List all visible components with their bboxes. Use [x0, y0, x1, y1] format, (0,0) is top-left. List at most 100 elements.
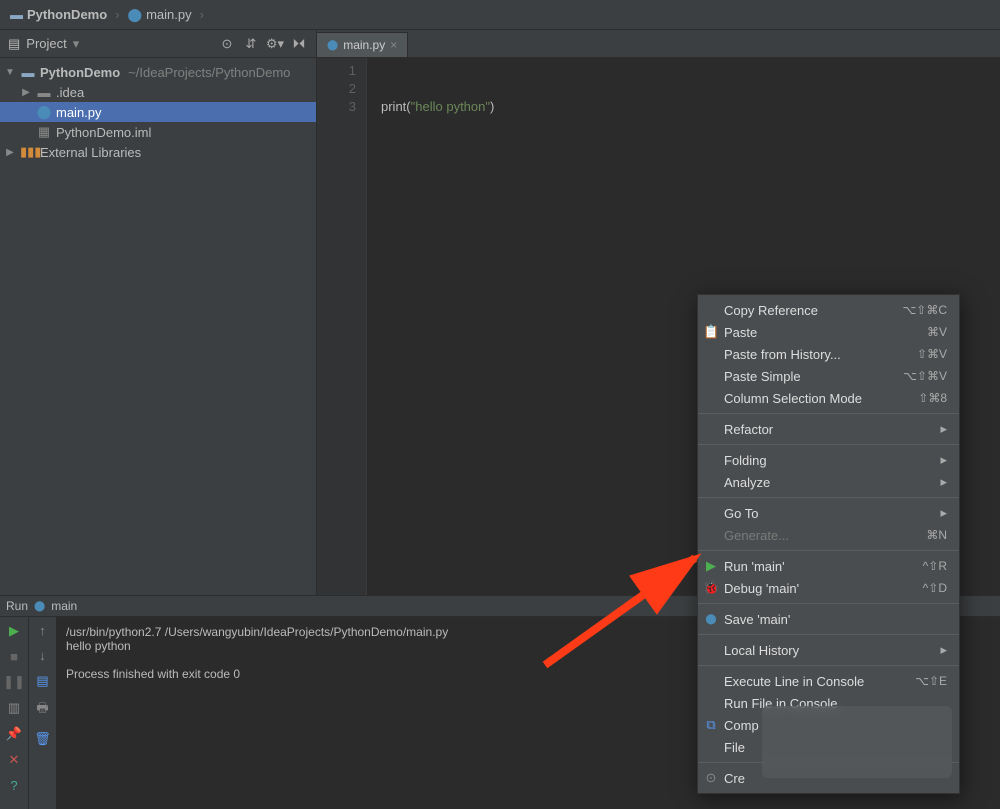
menu-local-history[interactable]: Local History▸ [698, 639, 959, 661]
tree-idea-label: .idea [56, 85, 84, 100]
pin-icon[interactable]: 📌 [6, 726, 22, 742]
menu-run-main[interactable]: ▶Run 'main'^⇧R [698, 555, 959, 577]
menu-copy-reference[interactable]: Copy Reference⌥⇧⌘C [698, 299, 959, 321]
editor-tabbar: ⬤ main.py × [317, 30, 1000, 58]
print-icon[interactable]: 🖶 [36, 699, 48, 721]
up-icon[interactable]: ↑ [39, 623, 46, 638]
down-icon[interactable]: ↓ [39, 648, 46, 663]
menu-paste-history[interactable]: Paste from History...⇧⌘V [698, 343, 959, 365]
menu-separator [698, 444, 959, 445]
python-file-icon: ⬤ [703, 614, 719, 625]
folder-icon: ▬ [36, 85, 52, 100]
project-panel-title: Project [26, 36, 66, 51]
line-number: 3 [317, 98, 356, 116]
menu-generate[interactable]: Generate...⌘N [698, 524, 959, 546]
folder-icon: ▬ [10, 7, 23, 22]
run-icon: ▶ [703, 558, 719, 574]
wrap-icon[interactable]: ▤ [36, 673, 48, 689]
locate-icon[interactable]: ⊙ [218, 35, 236, 53]
project-panel: ▤ Project ▾ ⊙ ⇵ ⚙▾ ⏵⏴ ▼ ▬ PythonDemo ~/I… [0, 30, 317, 595]
close-icon[interactable]: ✕ [9, 752, 20, 768]
expand-arrow-icon[interactable]: ▶ [4, 147, 16, 158]
tree-external[interactable]: ▶ ▮▮▮ External Libraries [0, 142, 316, 162]
menu-separator [698, 413, 959, 414]
breadcrumb-file-label: main.py [146, 7, 192, 22]
stop-icon[interactable]: ■ [10, 649, 18, 664]
run-header-label: Run [6, 599, 28, 613]
submenu-arrow-icon: ▸ [940, 421, 947, 437]
run-action-gutter: ▶ ■ ❚❚ ▥ 📌 ✕ ? [0, 617, 28, 809]
file-icon: ▦ [36, 124, 52, 140]
python-file-icon: ⬤ [327, 40, 338, 51]
menu-separator [698, 665, 959, 666]
python-file-icon: ⬤ [34, 601, 45, 612]
rerun-icon[interactable]: ▶ [9, 623, 19, 639]
hide-icon[interactable]: ⏵⏴ [290, 35, 308, 53]
tree-mainpy-label: main.py [56, 105, 102, 120]
expand-arrow-icon[interactable]: ▶ [20, 87, 32, 98]
help-icon[interactable]: ? [10, 778, 17, 793]
gear-icon[interactable]: ⚙▾ [266, 35, 284, 53]
libraries-icon: ▮▮▮ [20, 144, 36, 160]
tree-iml[interactable]: ▦ PythonDemo.iml [0, 122, 316, 142]
censored-region [762, 706, 952, 778]
tree-root-path: ~/IdeaProjects/PythonDemo [128, 65, 290, 80]
editor-tab-label: main.py [343, 38, 385, 52]
project-panel-header: ▤ Project ▾ ⊙ ⇵ ⚙▾ ⏵⏴ [0, 30, 316, 58]
expand-arrow-icon[interactable]: ▼ [4, 67, 16, 78]
code-lines[interactable]: print("hello python") [353, 62, 494, 595]
pause-icon[interactable]: ❚❚ [3, 674, 25, 690]
breadcrumb-file[interactable]: ⬤ main.py [124, 5, 196, 25]
python-file-icon: ⬤ [36, 104, 52, 120]
run-config-label: main [51, 599, 77, 613]
menu-save-main[interactable]: ⬤Save 'main' [698, 608, 959, 630]
breadcrumb-project[interactable]: ▬ PythonDemo [6, 5, 111, 24]
menu-separator [698, 603, 959, 604]
dropdown-icon[interactable]: ▾ [73, 36, 80, 52]
tree-root-label: PythonDemo [40, 65, 120, 80]
project-tool-icon: ▤ [8, 36, 20, 52]
trash-icon[interactable]: 🗑 [34, 731, 51, 747]
menu-folding[interactable]: Folding▸ [698, 449, 959, 471]
menu-execute-line[interactable]: Execute Line in Console⌥⇧E [698, 670, 959, 692]
layout-icon[interactable]: ▥ [8, 700, 20, 716]
tree-root[interactable]: ▼ ▬ PythonDemo ~/IdeaProjects/PythonDemo [0, 62, 316, 82]
tree-mainpy[interactable]: ⬤ main.py [0, 102, 316, 122]
tree-external-label: External Libraries [40, 145, 141, 160]
submenu-arrow-icon: ▸ [940, 505, 947, 521]
submenu-arrow-icon: ▸ [940, 452, 947, 468]
menu-debug-main[interactable]: 🐞Debug 'main'^⇧D [698, 577, 959, 599]
submenu-arrow-icon: ▸ [940, 474, 947, 490]
code-line-3[interactable]: print("hello python") [381, 98, 494, 116]
chevron-icon: › [115, 7, 119, 22]
github-icon: ⊙ [703, 770, 719, 786]
project-tree: ▼ ▬ PythonDemo ~/IdeaProjects/PythonDemo… [0, 58, 316, 595]
collapse-icon[interactable]: ⇵ [242, 35, 260, 53]
menu-paste-simple[interactable]: Paste Simple⌥⇧⌘V [698, 365, 959, 387]
run-output-gutter: ↑ ↓ ▤ 🖶 🗑 [28, 617, 56, 809]
menu-paste[interactable]: 📋Paste⌘V [698, 321, 959, 343]
compare-icon: ⧉ [703, 717, 719, 733]
editor-tab[interactable]: ⬤ main.py × [317, 32, 408, 57]
submenu-arrow-icon: ▸ [940, 642, 947, 658]
menu-column-selection[interactable]: Column Selection Mode⇧⌘8 [698, 387, 959, 409]
menu-separator [698, 550, 959, 551]
tree-idea[interactable]: ▶ ▬ .idea [0, 82, 316, 102]
menu-analyze[interactable]: Analyze▸ [698, 471, 959, 493]
line-gutter: 1 2 3 [317, 58, 367, 595]
python-file-icon: ⬤ [128, 7, 143, 23]
chevron-icon: › [200, 7, 204, 22]
menu-goto[interactable]: Go To▸ [698, 502, 959, 524]
tree-iml-label: PythonDemo.iml [56, 125, 151, 140]
breadcrumb-project-label: PythonDemo [27, 7, 107, 22]
folder-icon: ▬ [20, 65, 36, 80]
line-number: 2 [317, 80, 356, 98]
menu-separator [698, 634, 959, 635]
close-icon[interactable]: × [390, 38, 397, 52]
line-number: 1 [317, 62, 356, 80]
menu-refactor[interactable]: Refactor▸ [698, 418, 959, 440]
paste-icon: 📋 [703, 324, 719, 340]
breadcrumb: ▬ PythonDemo › ⬤ main.py › [0, 0, 1000, 30]
menu-separator [698, 497, 959, 498]
debug-icon: 🐞 [703, 580, 719, 596]
